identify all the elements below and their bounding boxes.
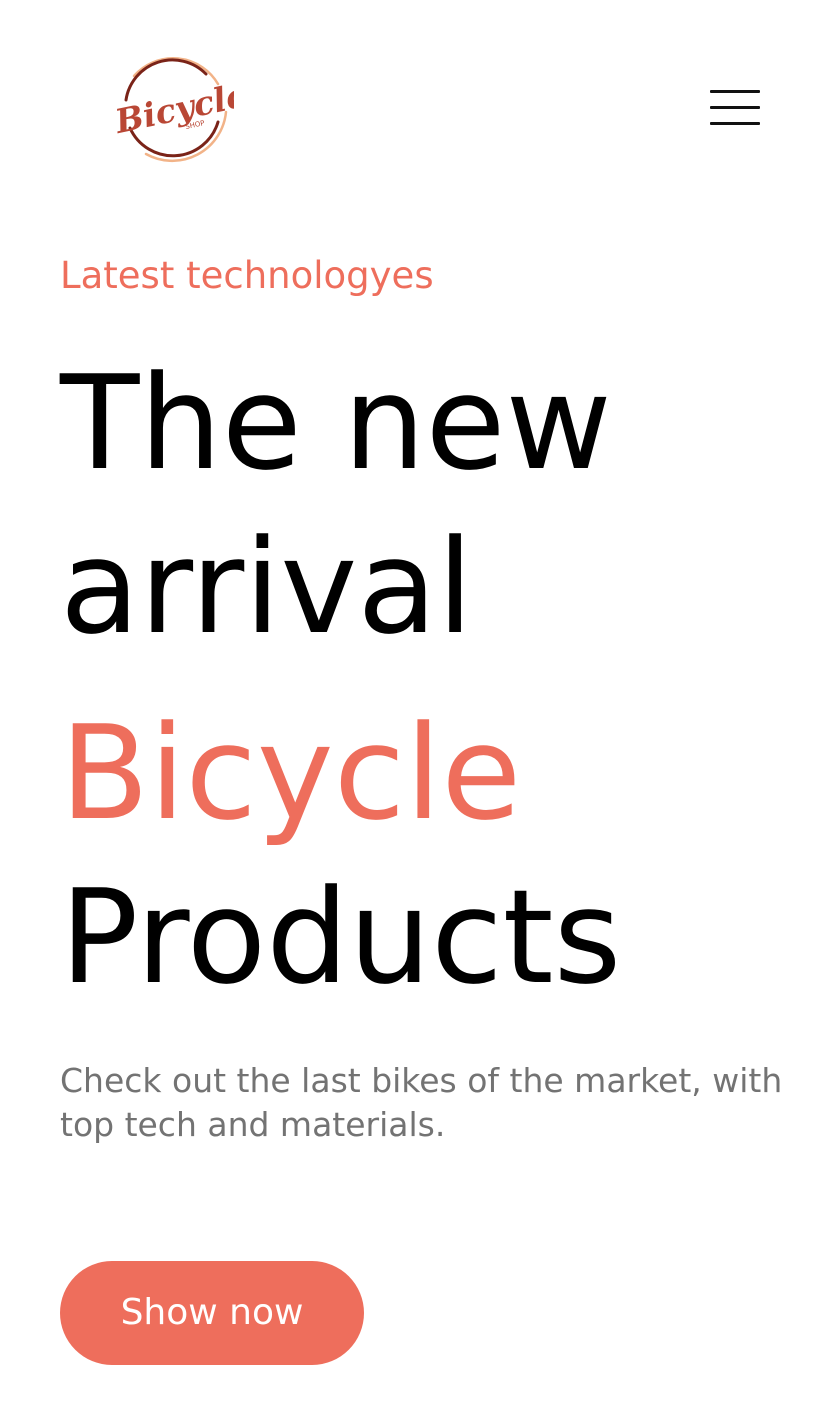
menu-line-bottom xyxy=(710,122,760,125)
hero-eyebrow: Latest technologyes xyxy=(60,254,434,297)
menu-line-top xyxy=(710,90,760,93)
hero-subtitle: Check out the last bikes of the market, … xyxy=(60,1061,783,1144)
headline-accent: Bicycle xyxy=(60,697,522,849)
menu-line-middle xyxy=(710,106,760,109)
headline-line-4: Products xyxy=(60,861,622,1013)
show-now-button[interactable]: Show now xyxy=(60,1261,364,1365)
headline-line-2: arrival xyxy=(60,511,474,663)
hamburger-menu-icon[interactable] xyxy=(700,80,770,136)
headline-line-1: The new xyxy=(60,347,612,499)
bicycle-shop-logo[interactable]: Bicycle SHOP xyxy=(106,48,234,166)
